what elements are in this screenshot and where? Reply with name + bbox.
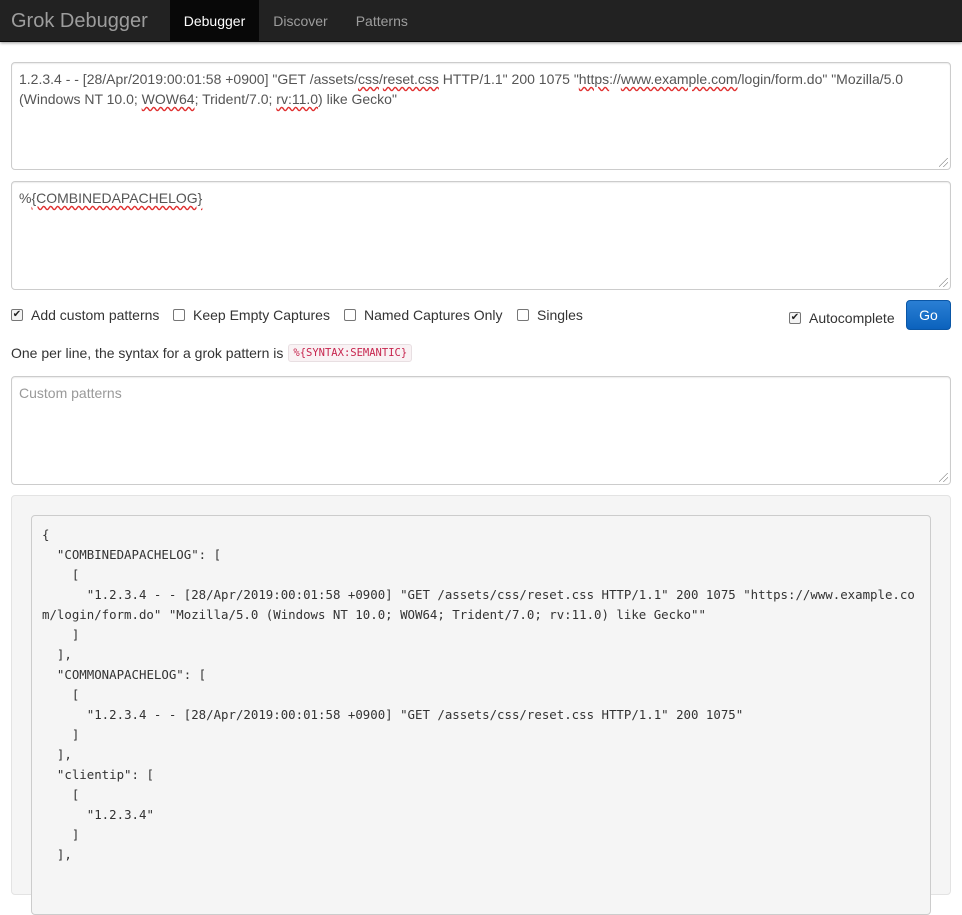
log-text-spell: css [357, 71, 379, 87]
log-text-spell: WOW64 [141, 91, 195, 107]
keep-empty-captures-checkbox[interactable] [173, 309, 185, 321]
named-captures-only-label: Named Captures Only [364, 307, 503, 323]
result-json-output: { "COMBINEDAPACHELOG": [ [ "1.2.3.4 - - … [31, 515, 931, 915]
singles-checkbox[interactable] [517, 309, 529, 321]
log-text-spell: https [578, 71, 610, 87]
log-text-spell: rv:11.0 [276, 91, 319, 107]
custom-patterns-textarea[interactable]: Custom patterns [11, 376, 951, 485]
result-well: { "COMBINEDAPACHELOG": [ [ "1.2.3.4 - - … [11, 495, 951, 915]
named-captures-only-checkbox[interactable] [344, 309, 356, 321]
top-navbar: Grok Debugger Debugger Discover Patterns [0, 0, 962, 42]
custom-patterns-help: One per line, the syntax for a grok patt… [11, 340, 951, 366]
log-text-part: /login/form.do" "Mozilla/5.0 [737, 71, 904, 87]
log-text-spell: www.example.com [620, 71, 738, 87]
resize-grip-icon[interactable] [939, 158, 948, 167]
autocomplete-option[interactable]: ✔ Autocomplete [789, 310, 895, 326]
keep-empty-captures-label: Keep Empty Captures [193, 307, 330, 323]
log-text-spell: reset.css [382, 71, 439, 87]
pattern-prefix: % [19, 190, 32, 206]
pattern-value: {COMBINEDAPACHELOG} [31, 190, 203, 206]
named-captures-only-option[interactable]: Named Captures Only [344, 307, 503, 323]
keep-empty-captures-option[interactable]: Keep Empty Captures [173, 307, 330, 323]
log-text-part: :// [609, 71, 621, 87]
app-brand[interactable]: Grok Debugger [0, 0, 170, 42]
resize-grip-icon[interactable] [939, 278, 948, 287]
log-text-part: ; Trident/7.0; [194, 91, 277, 107]
add-custom-patterns-label: Add custom patterns [31, 307, 160, 323]
custom-patterns-placeholder: Custom patterns [19, 385, 122, 401]
main-content: 1.2.3.4 - - [28/Apr/2019:00:01:58 +0900]… [0, 42, 962, 915]
add-custom-patterns-checkbox[interactable]: ✔ [11, 309, 23, 321]
add-custom-patterns-option[interactable]: ✔ Add custom patterns [11, 307, 159, 323]
go-button[interactable]: Go [906, 300, 951, 330]
singles-option[interactable]: Singles [517, 307, 583, 323]
log-text-part: (Windows NT 10.0; [19, 91, 142, 107]
help-syntax-code: %{SYNTAX:SEMANTIC} [288, 344, 413, 362]
resize-grip-icon[interactable] [939, 473, 948, 482]
autocomplete-checkbox[interactable]: ✔ [789, 312, 801, 324]
options-row: ✔ Add custom patterns Keep Empty Capture… [11, 290, 951, 340]
singles-label: Singles [537, 307, 583, 323]
pattern-input-textarea[interactable]: %{COMBINEDAPACHELOG} [11, 181, 951, 290]
nav-tab-debugger[interactable]: Debugger [169, 0, 260, 42]
log-text-part: 1.2.3.4 - - [28/Apr/2019:00:01:58 +0900]… [19, 71, 358, 87]
nav-tab-discover[interactable]: Discover [259, 0, 341, 42]
nav-tab-patterns[interactable]: Patterns [342, 0, 422, 42]
log-text-part: ) like Gecko" [318, 91, 397, 107]
log-input-textarea[interactable]: 1.2.3.4 - - [28/Apr/2019:00:01:58 +0900]… [11, 62, 951, 170]
log-text-part: HTTP/1.1" 200 1075 " [438, 71, 579, 87]
help-text: One per line, the syntax for a grok patt… [11, 345, 284, 361]
autocomplete-label: Autocomplete [809, 310, 895, 326]
